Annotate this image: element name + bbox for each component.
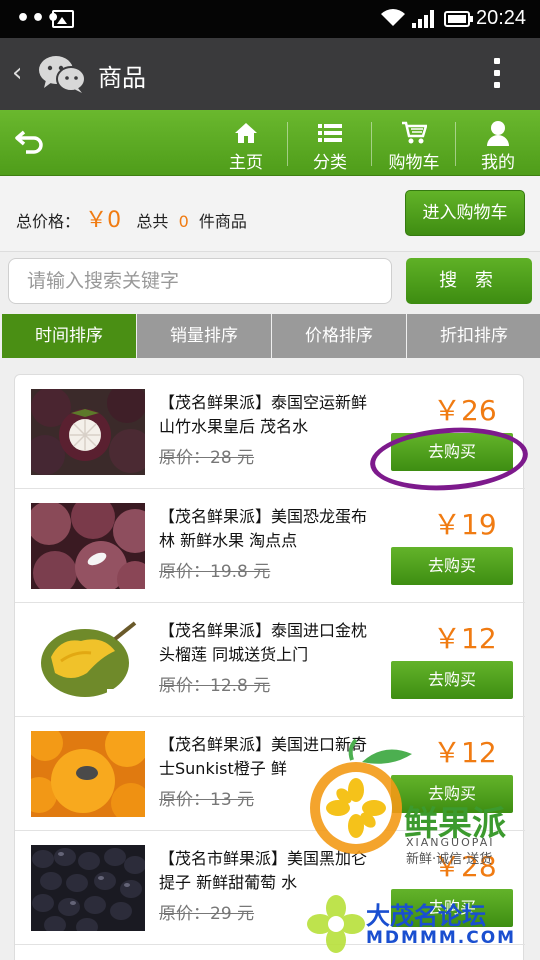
nav-item-cart[interactable]: 购物车: [372, 110, 456, 176]
product-name: 【茂名鲜果派】泰国进口金枕头榴莲 同城送货上门: [159, 621, 368, 664]
product-price: ￥19: [433, 508, 497, 541]
buy-button[interactable]: 去购买: [391, 661, 513, 699]
list-item[interactable]: 【茂名鲜果派】泰国进口金枕头榴莲 同城送货上门 原价：12.8 元 ￥12 去购…: [15, 603, 525, 717]
product-name: 【茂名鲜果派】美国恐龙蛋布林 新鲜水果 淘点点: [159, 507, 368, 550]
nav-item-label: 我的: [481, 153, 515, 173]
count-value: 0: [178, 212, 189, 231]
brand-watermark: 鲜果派 XIANGUOPAI 新鲜·诚信·送货: [300, 738, 540, 868]
enter-cart-button[interactable]: 进入购物车: [405, 190, 525, 236]
nav-item-mine[interactable]: 我的: [456, 110, 540, 176]
status-bar: ••• 20:24: [0, 0, 540, 38]
durian-image: [31, 617, 145, 703]
battery-icon: [444, 11, 473, 27]
forum-name: 大茂名论坛: [366, 902, 486, 930]
user-icon: [456, 118, 540, 148]
plum-image: [31, 503, 145, 589]
list-icon: [288, 118, 372, 148]
original-price: 原价：29 元: [159, 904, 255, 924]
nav-item-label: 分类: [313, 153, 347, 173]
orange-image: [31, 731, 145, 817]
brand-slogan: 新鲜·诚信·送货: [406, 852, 493, 867]
nav-item-home[interactable]: 主页: [204, 110, 288, 176]
sort-tabs: 时间排序 销量排序 价格排序 折扣排序: [0, 312, 540, 358]
total-value: ￥0: [85, 208, 122, 233]
search-row: 请输入搜索关键字 搜 索: [0, 252, 540, 312]
chevron-left-icon[interactable]: ‹: [12, 58, 22, 88]
product-price: ￥26: [433, 394, 497, 427]
wechat-title-bar: ‹ 商品: [0, 38, 540, 110]
search-input[interactable]: 请输入搜索关键字: [8, 258, 392, 304]
cart-summary: 总价格： ￥0 总共 0 件商品 进入购物车: [0, 176, 540, 252]
shop-nav-bar: 主页 分类 购物车 我的: [0, 110, 540, 176]
wifi-icon: [380, 8, 406, 33]
original-price: 原价：28 元: [159, 448, 255, 468]
count-suffix: 件商品: [198, 212, 247, 231]
tab-sort-price[interactable]: 价格排序: [272, 314, 406, 358]
gallery-icon: [52, 10, 74, 28]
wechat-logo-icon[interactable]: [38, 54, 86, 94]
more-vertical-icon[interactable]: [490, 58, 504, 90]
return-arrow-icon[interactable]: [14, 126, 48, 160]
product-price: ￥12: [433, 622, 497, 655]
signal-icon: [412, 10, 434, 28]
forum-url: MDMMM.COM: [366, 928, 517, 948]
buy-button[interactable]: 去购买: [391, 547, 513, 585]
nav-item-label: 主页: [229, 153, 263, 173]
nav-item-label: 购物车: [388, 153, 440, 173]
count-prefix: 总共: [136, 212, 169, 231]
forum-watermark: 大茂名论坛 MDMMM.COM: [300, 888, 540, 960]
tab-sort-time[interactable]: 时间排序: [2, 314, 136, 358]
summary-text: 总价格： ￥0 总共 0 件商品: [16, 202, 247, 234]
home-icon: [204, 118, 288, 148]
nav-item-category[interactable]: 分类: [288, 110, 372, 176]
original-price: 原价：13 元: [159, 790, 255, 810]
original-price: 原价：19.8 元: [159, 562, 271, 582]
tab-sort-sales[interactable]: 销量排序: [137, 314, 271, 358]
grape-image: [31, 845, 145, 931]
cart-icon: [372, 118, 456, 148]
total-label: 总价格：: [16, 212, 81, 231]
page-title: 商品: [98, 64, 146, 92]
list-item[interactable]: 【茂名鲜果派】美国恐龙蛋布林 新鲜水果 淘点点 原价：19.8 元 ￥19 去购…: [15, 489, 525, 603]
original-price: 原价：12.8 元: [159, 676, 271, 696]
product-name: 【茂名鲜果派】泰国空运新鲜山竹水果皇后 茂名水: [159, 393, 368, 436]
mangosteen-image: [31, 389, 145, 475]
clock: 20:24: [476, 7, 527, 29]
search-button[interactable]: 搜 索: [406, 258, 532, 304]
tab-sort-discount[interactable]: 折扣排序: [407, 314, 540, 358]
